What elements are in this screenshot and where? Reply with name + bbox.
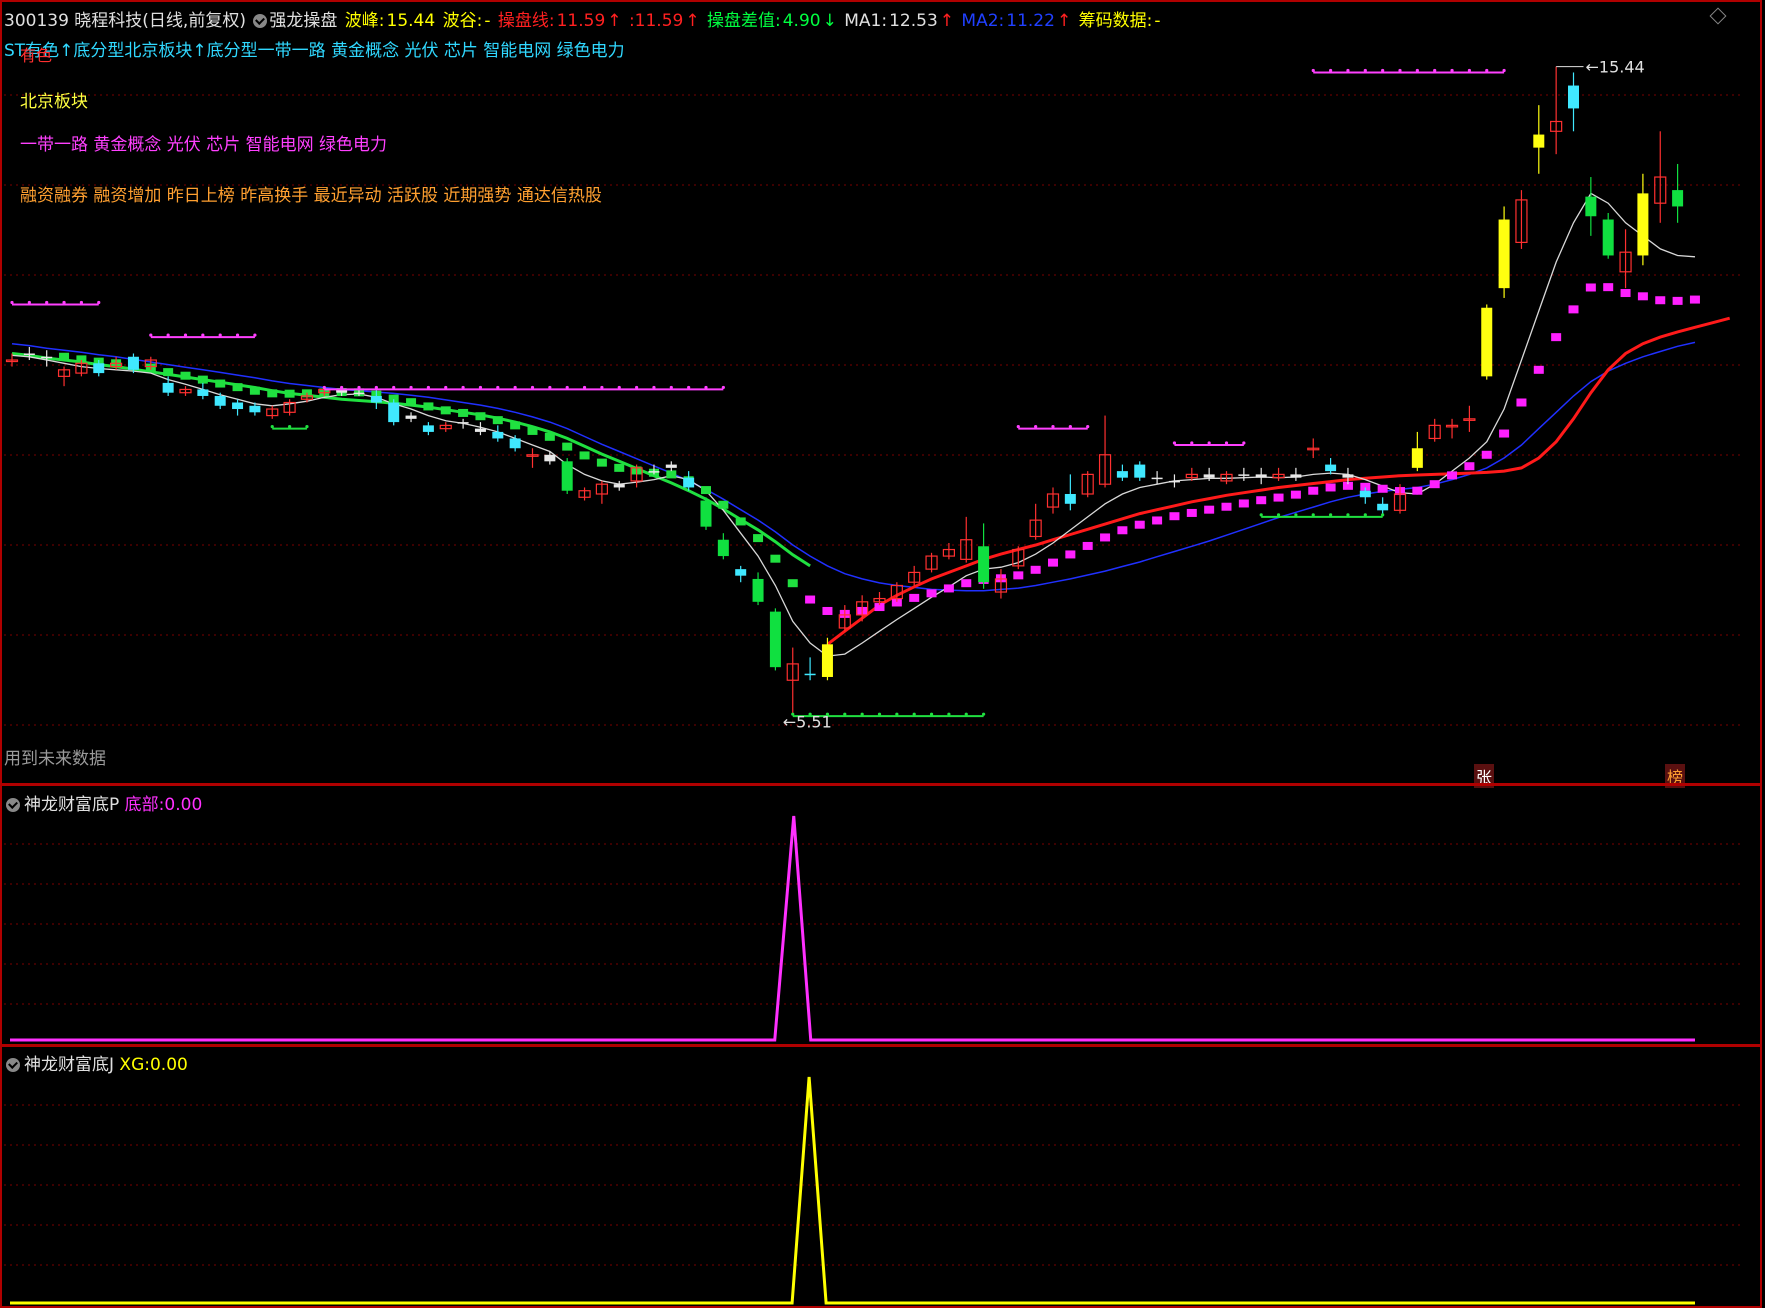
main-panel-border bbox=[0, 0, 1762, 785]
p-bottom-signal-line bbox=[10, 815, 1695, 1042]
panel-p-chart[interactable] bbox=[0, 784, 1765, 1046]
j-xg-signal-line bbox=[10, 1076, 1695, 1305]
panel-j-chart[interactable] bbox=[0, 1045, 1765, 1308]
